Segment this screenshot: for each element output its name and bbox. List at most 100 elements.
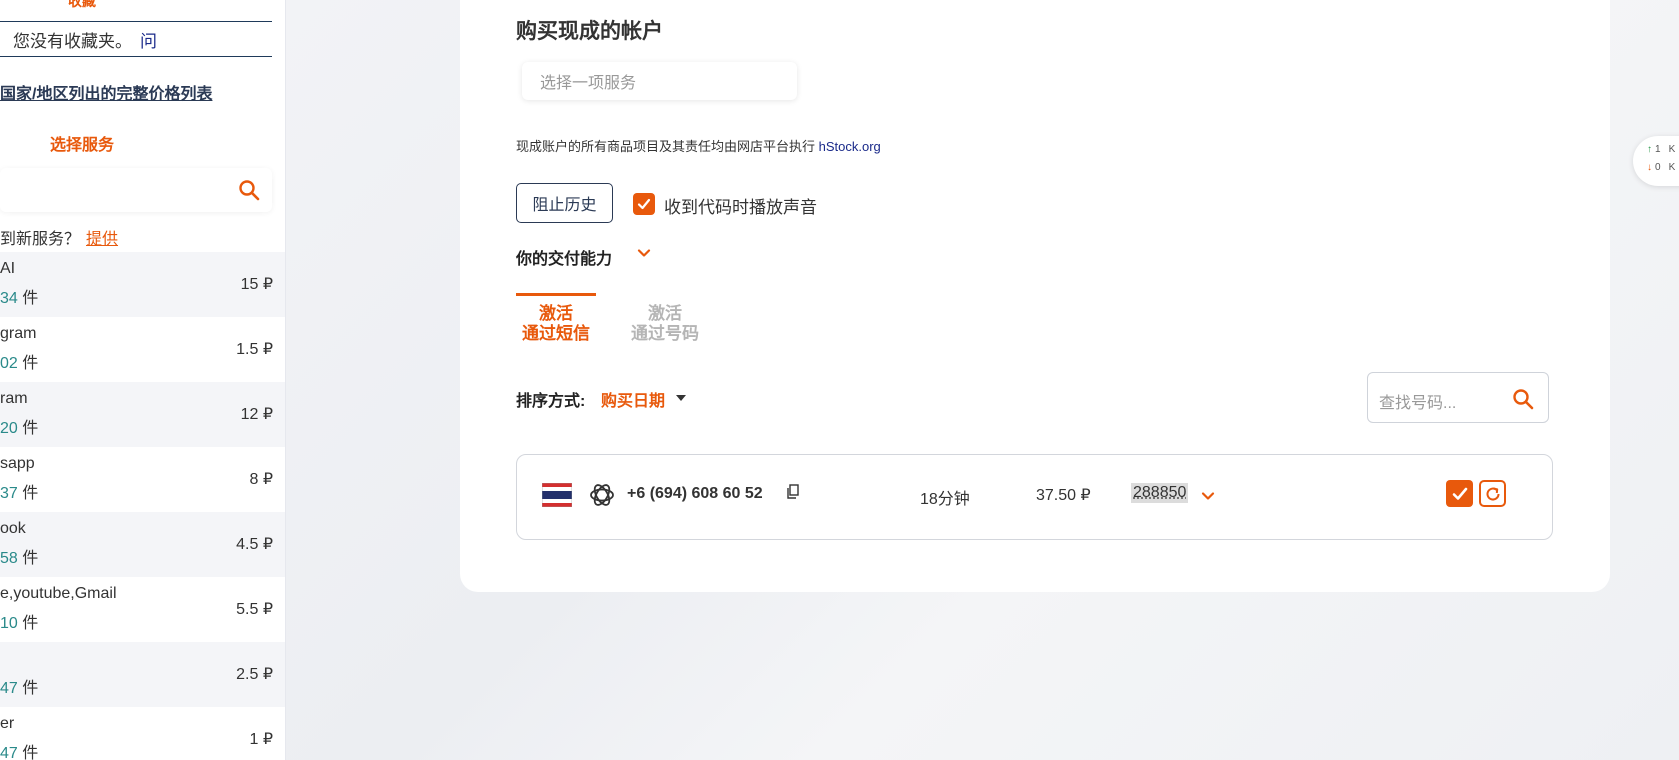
service-count: 58 件 (0, 544, 38, 568)
service-price: 5.5 ₽ (236, 599, 273, 619)
openai-icon (587, 480, 617, 515)
tab-line2: 通过号码 (625, 324, 705, 344)
refresh-icon (1484, 485, 1502, 503)
chevron-down-icon[interactable] (636, 245, 652, 266)
service-count-unit: 件 (22, 355, 38, 372)
service-row[interactable]: sapp 37 件 8 ₽ (0, 447, 285, 512)
tab-line2: 通过短信 (516, 324, 596, 344)
number-search-input[interactable]: 查找号码... (1367, 372, 1549, 423)
tab-line1: 激活 (625, 304, 705, 324)
service-price: 1 ₽ (249, 729, 273, 749)
service-price: 15 ₽ (241, 274, 273, 294)
sort-label: 排序方式: (516, 387, 585, 411)
select-service-heading: 选择服务 (50, 131, 114, 155)
down-suffix: K (1669, 162, 1676, 173)
full-price-list-link[interactable]: 国家/地区列出的完整价格列表 (0, 80, 212, 104)
service-count-unit: 件 (22, 680, 38, 697)
service-list: AI 34 件 15 ₽ gram 02 件 1.5 ₽ ram 20 件 12… (0, 252, 285, 760)
down-stat: ↓ 0 K (1647, 162, 1675, 173)
caret-down-icon[interactable] (676, 395, 686, 401)
service-row[interactable]: gram 02 件 1.5 ₽ (0, 317, 285, 382)
service-row[interactable]: er 47 件 1 ₽ (0, 707, 285, 760)
service-count: 34 件 (0, 284, 38, 308)
service-count: 02 件 (0, 349, 38, 373)
service-name: gram (0, 325, 36, 343)
service-count-unit: 件 (22, 290, 38, 307)
service-count-unit: 件 (22, 550, 38, 567)
tab-activation-number[interactable]: 激活 通过号码 (625, 296, 705, 344)
up-stat: ↑ 1 K (1647, 144, 1675, 155)
service-count: 47 件 (0, 674, 38, 698)
platform-notice: 现成账户的所有商品项目及其责任均由网店平台执行 hStock.org (516, 136, 881, 155)
service-row[interactable]: ook 58 件 4.5 ₽ (0, 512, 285, 577)
service-count-unit: 件 (22, 485, 38, 502)
favorites-box: 您没有收藏夹。 问 (0, 21, 272, 57)
block-history-button[interactable]: 阻止历史 (516, 183, 613, 223)
service-count: 37 件 (0, 479, 38, 503)
service-search-input[interactable] (0, 168, 272, 212)
copy-icon[interactable] (786, 484, 800, 505)
service-price: 12 ₽ (241, 404, 273, 424)
confirm-button[interactable] (1446, 480, 1473, 507)
phone-number[interactable]: +6 (694) 608 60 52 (627, 485, 763, 503)
service-count: 20 件 (0, 414, 38, 438)
service-count-value: 47 (0, 680, 18, 697)
service-name: e,youtube,Gmail (0, 585, 117, 603)
tab-activation-sms[interactable]: 激活 通过短信 (516, 293, 596, 344)
service-count-unit: 件 (22, 745, 38, 760)
up-suffix: K (1669, 144, 1676, 155)
service-count-value: 20 (0, 420, 18, 437)
service-row[interactable]: AI 34 件 15 ₽ (0, 252, 285, 317)
chevron-down-icon[interactable] (1200, 488, 1216, 509)
new-service-text: 到新服务？ (0, 231, 80, 248)
delivery-capability-toggle[interactable]: 你的交付能力 (516, 245, 612, 269)
service-count-unit: 件 (22, 615, 38, 632)
service-name: AI (0, 260, 15, 278)
service-price: 8 ₽ (249, 469, 273, 489)
sort-dropdown[interactable]: 购买日期 (601, 387, 665, 411)
no-favorites-text: 您没有收藏夹。 (13, 27, 132, 52)
sound-checkbox[interactable] (633, 193, 655, 215)
new-service-prompt: 到新服务？ 提供 (0, 225, 118, 249)
elapsed-time: 18分钟 (920, 485, 970, 509)
service-count-value: 34 (0, 290, 18, 307)
favorites-title: 收藏 (68, 0, 96, 11)
suggest-service-link[interactable]: 提供 (86, 231, 118, 248)
refresh-button[interactable] (1479, 480, 1506, 507)
service-name: sapp (0, 455, 35, 473)
checkmark-icon (637, 197, 651, 211)
sms-code[interactable]: 288850 (1131, 483, 1188, 503)
stats-widget[interactable]: ↑ 1 K ↓ 0 K (1633, 136, 1679, 186)
search-icon[interactable] (238, 179, 260, 206)
service-select[interactable]: 选择一项服务 (522, 62, 797, 100)
service-count-value: 37 (0, 485, 18, 502)
service-name: ook (0, 520, 26, 538)
favorites-help-link[interactable]: 问 (140, 27, 157, 52)
hstock-link[interactable]: hStock.org (819, 139, 881, 154)
service-count: 10 件 (0, 609, 38, 633)
sidebar: 收藏 您没有收藏夹。 问 国家/地区列出的完整价格列表 选择服务 到新服务？ 提供… (0, 0, 286, 760)
checkmark-icon (1451, 485, 1469, 503)
service-count-unit: 件 (22, 420, 38, 437)
service-price: 4.5 ₽ (236, 534, 273, 554)
tab-line1: 激活 (516, 304, 596, 324)
service-count: 47 件 (0, 739, 38, 760)
search-icon[interactable] (1512, 388, 1534, 415)
service-row[interactable]: ram 20 件 12 ₽ (0, 382, 285, 447)
service-row[interactable]: e,youtube,Gmail 10 件 5.5 ₽ (0, 577, 285, 642)
order-row: +6 (694) 608 60 52 18分钟 37.50 ₽ 288850 (516, 454, 1553, 540)
down-count: 0 (1655, 162, 1661, 173)
service-price: 2.5 ₽ (236, 664, 273, 684)
service-count-value: 58 (0, 550, 18, 567)
page-title: 购买现成的帐户 (516, 15, 663, 45)
thailand-flag-icon (542, 483, 572, 507)
number-search-placeholder: 查找号码... (1379, 389, 1456, 413)
service-count-value: 47 (0, 745, 18, 760)
service-row[interactable]: 47 件 2.5 ₽ (0, 642, 285, 707)
service-name: ram (0, 390, 28, 408)
service-count-value: 02 (0, 355, 18, 372)
notice-text: 现成账户的所有商品项目及其责任均由网店平台执行 (516, 139, 815, 154)
up-count: 1 (1655, 144, 1661, 155)
service-price: 1.5 ₽ (236, 339, 273, 359)
sound-checkbox-label[interactable]: 收到代码时播放声音 (664, 193, 817, 218)
